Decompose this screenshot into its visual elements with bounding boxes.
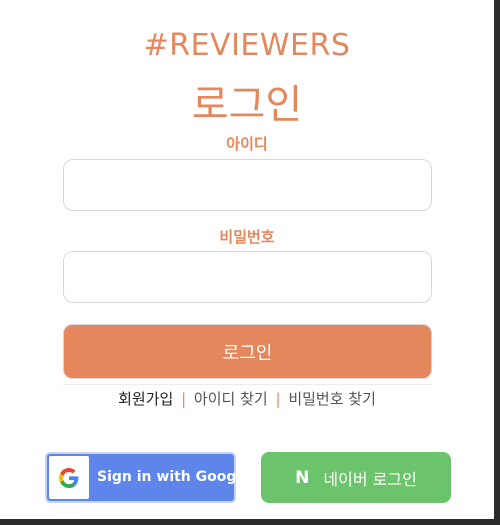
find-password-link[interactable]: 비밀번호 찾기 — [288, 390, 376, 408]
login-button[interactable]: 로그인 — [63, 324, 432, 379]
divider — [63, 384, 432, 385]
naver-n-icon: N — [295, 467, 310, 488]
id-input[interactable] — [63, 159, 432, 211]
naver-login-label: 네이버 로그인 — [323, 469, 417, 489]
password-input[interactable] — [63, 251, 432, 303]
id-label: 아이디 — [226, 135, 268, 153]
link-separator: | — [275, 390, 281, 408]
google-signin-label: Sign in with Google — [97, 469, 251, 485]
find-id-link[interactable]: 아이디 찾기 — [194, 390, 268, 408]
window-edge-right — [494, 0, 500, 525]
google-g-icon — [49, 456, 89, 499]
account-links: 회원가입 | 아이디 찾기 | 비밀번호 찾기 — [0, 388, 494, 409]
signup-link[interactable]: 회원가입 — [118, 390, 173, 408]
page-title: 로그인 — [191, 82, 303, 128]
window-edge-bottom — [0, 519, 500, 525]
link-separator: | — [181, 390, 187, 408]
brand-logo-text: #REVIEWERS — [143, 28, 351, 63]
password-label: 비밀번호 — [219, 228, 275, 246]
google-signin-button[interactable]: Sign in with Google — [47, 454, 251, 501]
naver-login-button[interactable]: N 네이버 로그인 — [261, 452, 451, 503]
